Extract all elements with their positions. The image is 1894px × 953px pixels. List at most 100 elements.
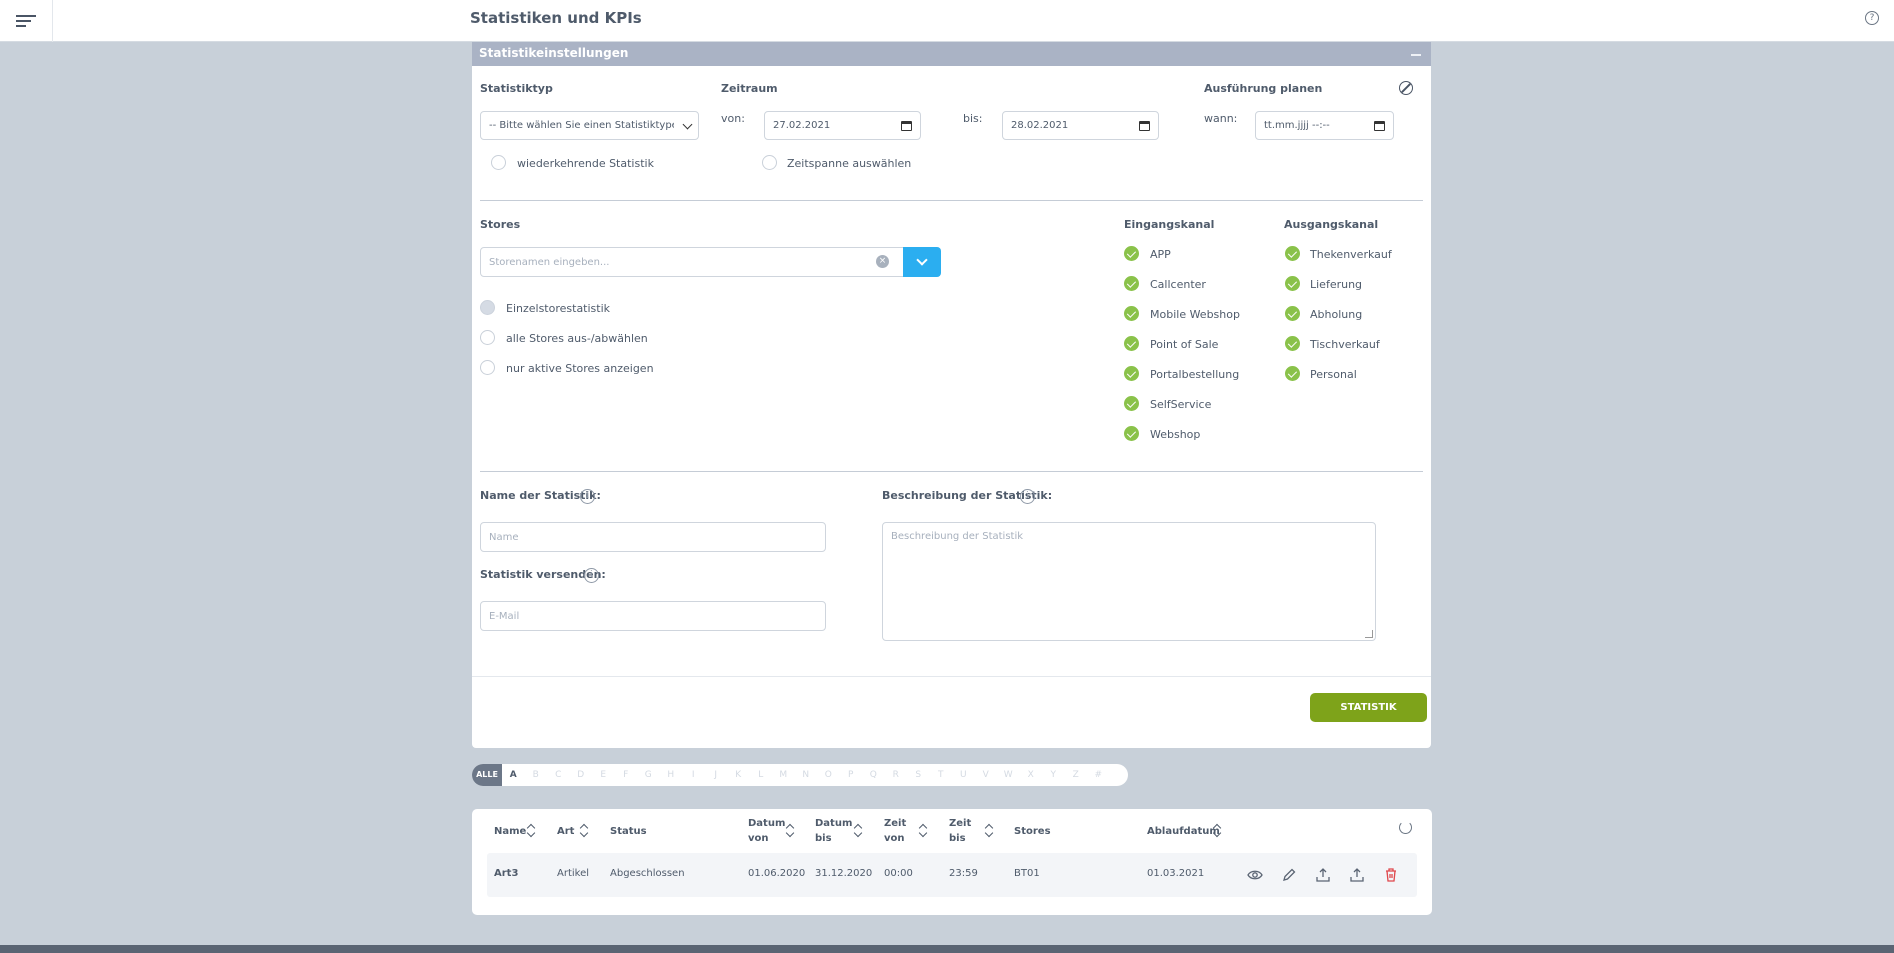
cell-zeit-von: 00:00 (884, 868, 913, 879)
sort-icon[interactable] (580, 823, 588, 837)
date-to-input[interactable]: 28.02.2021 (1002, 111, 1159, 140)
filter-letter[interactable]: L (750, 770, 773, 780)
filter-letter[interactable]: R (885, 770, 908, 780)
menu-button[interactable] (0, 0, 53, 42)
help-icon[interactable]: ? (1865, 11, 1879, 25)
sort-icon[interactable] (1213, 823, 1221, 837)
cell-stores: BT01 (1014, 868, 1040, 879)
sort-icon[interactable] (854, 823, 862, 837)
col-stores[interactable]: Stores (1014, 824, 1051, 839)
filter-letter[interactable]: F (615, 770, 638, 780)
trash-icon[interactable] (1382, 866, 1400, 884)
filter-letter[interactable]: O (817, 770, 840, 780)
store-dropdown-button[interactable] (903, 247, 941, 277)
collapse-icon[interactable] (1411, 54, 1421, 56)
check-icon[interactable] (1285, 276, 1300, 291)
col-zeit-bis[interactable]: Zeit bis (949, 816, 971, 846)
col-name[interactable]: Name (494, 824, 526, 839)
table-row[interactable]: Art3 Artikel Abgeschlossen 01.06.2020 31… (487, 853, 1417, 897)
alphabet-filter: ALLE A B C D E F G H I J K L M N O P Q R… (472, 764, 1128, 786)
filter-letter[interactable]: N (795, 770, 818, 780)
filter-letter[interactable]: M (772, 770, 795, 780)
upload-icon[interactable] (1314, 866, 1332, 884)
filter-all-button[interactable]: ALLE (472, 764, 502, 786)
filter-letter[interactable]: V (975, 770, 998, 780)
name-input[interactable]: Name (480, 522, 826, 552)
check-icon[interactable] (1124, 336, 1139, 351)
filter-letter[interactable]: A (502, 770, 525, 780)
timespan-radio[interactable] (762, 155, 777, 170)
clear-icon[interactable]: × (876, 255, 889, 268)
recurring-radio[interactable] (491, 155, 506, 170)
date-from-input[interactable]: 27.02.2021 (764, 111, 921, 140)
check-icon[interactable] (1124, 426, 1139, 441)
col-ablaufdatum[interactable]: Ablaufdatum (1147, 824, 1220, 839)
filter-letter[interactable]: P (840, 770, 863, 780)
check-icon[interactable] (1285, 366, 1300, 381)
filter-letter[interactable]: T (930, 770, 953, 780)
col-art[interactable]: Art (557, 824, 574, 839)
sort-icon[interactable] (786, 823, 794, 837)
sort-icon[interactable] (985, 823, 993, 837)
check-icon[interactable] (1285, 246, 1300, 261)
filter-letter[interactable]: Y (1042, 770, 1065, 780)
create-statistic-button[interactable]: STATISTIK ERSTELLEN (1310, 693, 1427, 742)
col-datum-von[interactable]: Datum von (748, 816, 785, 846)
filter-letter[interactable]: Z (1065, 770, 1088, 780)
store-search-input[interactable]: Storenamen eingeben... (480, 247, 904, 277)
edit-icon[interactable] (1280, 866, 1298, 884)
filter-letter[interactable]: C (547, 770, 570, 780)
sort-icon[interactable] (527, 823, 535, 837)
filter-letter[interactable]: E (592, 770, 615, 780)
info-icon[interactable]: i (580, 489, 595, 504)
check-icon[interactable] (1124, 306, 1139, 321)
email-placeholder: E-Mail (489, 610, 520, 622)
radio-single-store[interactable] (480, 300, 495, 315)
col-status[interactable]: Status (610, 824, 647, 839)
filter-letter[interactable]: Q (862, 770, 885, 780)
calendar-icon[interactable] (901, 121, 912, 131)
outgoing-item: Lieferung (1310, 278, 1363, 291)
col-datum-bis[interactable]: Datum bis (815, 816, 852, 846)
calendar-icon[interactable] (1139, 121, 1150, 131)
check-icon[interactable] (1124, 246, 1139, 261)
eye-icon[interactable] (1246, 866, 1264, 884)
col-zeit-von-line2: von (884, 833, 905, 844)
schedule-datetime-input[interactable]: tt.mm.jjjj --:-- (1255, 111, 1394, 140)
calendar-icon[interactable] (1374, 121, 1385, 131)
radio-active-stores[interactable] (480, 360, 495, 375)
refresh-icon[interactable] (1399, 821, 1412, 834)
check-icon[interactable] (1285, 336, 1300, 351)
filter-letter[interactable]: W (997, 770, 1020, 780)
check-icon[interactable] (1124, 396, 1139, 411)
incoming-item: Callcenter (1150, 278, 1206, 291)
schedule-datetime-value: tt.mm.jjjj --:-- (1264, 120, 1330, 131)
check-icon[interactable] (1124, 366, 1139, 381)
filter-letter[interactable]: X (1020, 770, 1043, 780)
email-input[interactable]: E-Mail (480, 601, 826, 631)
filter-letter[interactable]: D (570, 770, 593, 780)
filter-letter[interactable]: G (637, 770, 660, 780)
check-icon[interactable] (1285, 306, 1300, 321)
filter-letter[interactable]: J (705, 770, 728, 780)
filter-letter[interactable]: U (952, 770, 975, 780)
resize-handle[interactable] (1365, 630, 1373, 638)
cell-datum-von: 01.06.2020 (748, 868, 806, 879)
filter-letter[interactable]: # (1087, 770, 1110, 780)
disable-schedule-icon[interactable] (1399, 81, 1413, 95)
filter-letter[interactable]: B (525, 770, 548, 780)
radio-all-stores[interactable] (480, 330, 495, 345)
check-icon[interactable] (1124, 276, 1139, 291)
sort-icon[interactable] (919, 823, 927, 837)
col-zeit-von[interactable]: Zeit von (884, 816, 906, 846)
type-select[interactable]: -- Bitte wählen Sie einen Statistiktypen… (480, 111, 699, 140)
info-icon[interactable]: i (1020, 489, 1035, 504)
filter-letter[interactable]: H (660, 770, 683, 780)
filter-letter[interactable]: K (727, 770, 750, 780)
export-icon[interactable] (1348, 866, 1366, 884)
description-textarea[interactable]: Beschreibung der Statistik (882, 522, 1376, 641)
filter-letter[interactable]: S (907, 770, 930, 780)
filter-letter[interactable]: I (682, 770, 705, 780)
from-label: von: (721, 112, 745, 125)
info-icon[interactable]: i (584, 568, 599, 583)
